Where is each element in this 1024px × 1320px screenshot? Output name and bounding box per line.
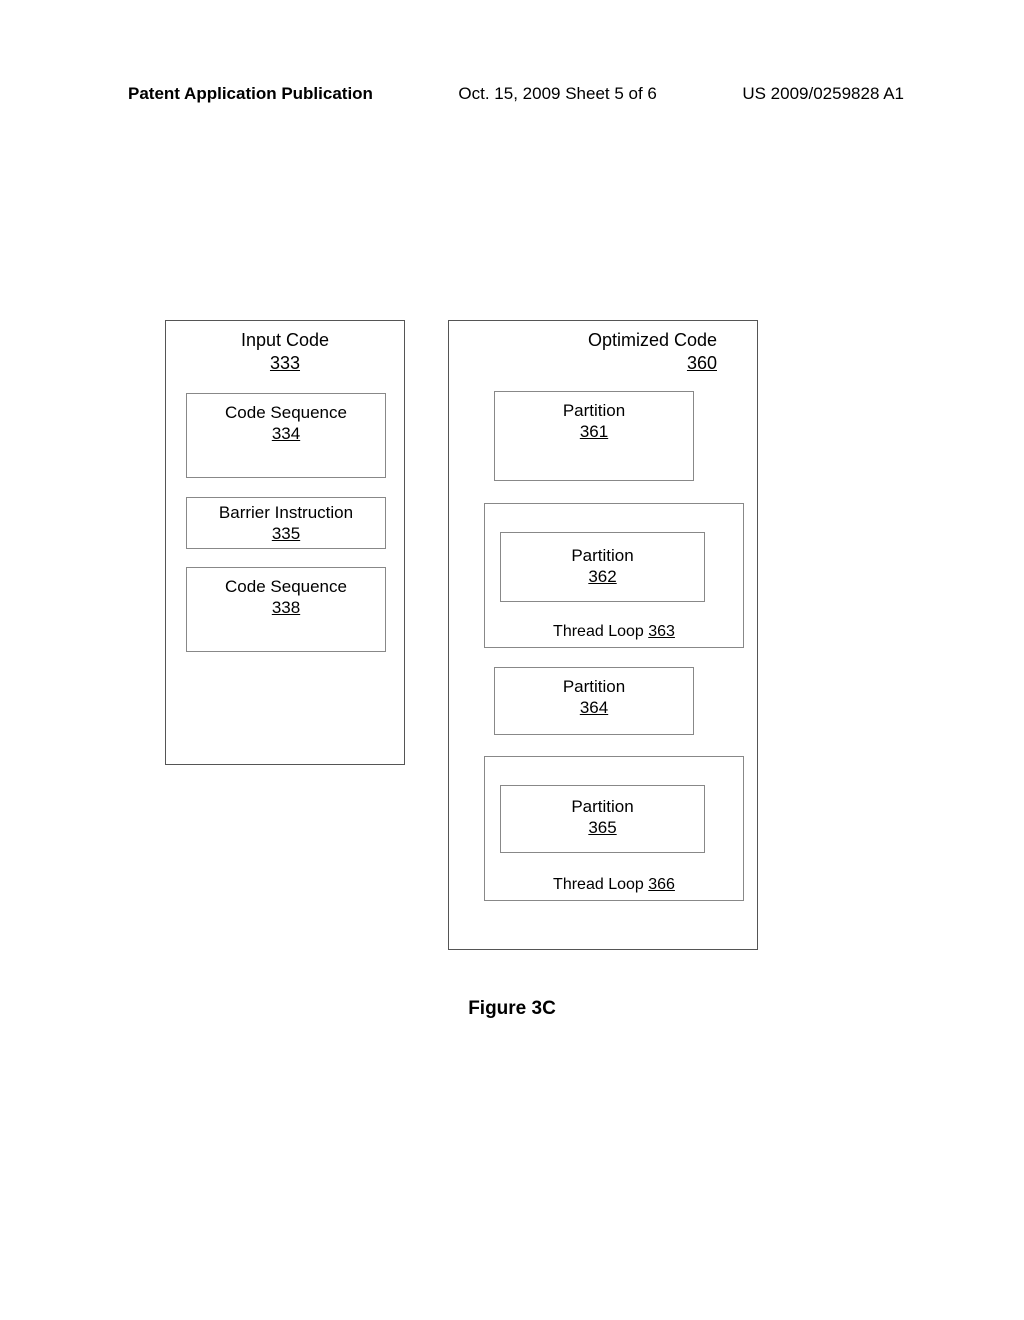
partition-361-ref: 361: [580, 422, 608, 441]
code-sequence-338-ref: 338: [272, 598, 300, 617]
optimized-code-box: Optimized Code 360 Partition 361 Partiti…: [448, 320, 758, 950]
thread-loop-363: Partition 362 Thread Loop 363: [484, 503, 744, 648]
thread-loop-363-label: Thread Loop 363: [485, 623, 743, 641]
code-sequence-338: Code Sequence 338: [186, 567, 386, 652]
input-code-box: Input Code 333 Code Sequence 334 Barrier…: [165, 320, 405, 765]
figure-caption: Figure 3C: [0, 998, 1024, 1020]
barrier-instruction-335: Barrier Instruction 335: [186, 497, 386, 549]
partition-365-ref: 365: [588, 818, 616, 837]
thread-loop-366-label: Thread Loop 366: [485, 876, 743, 894]
optimized-code-title-text: Optimized Code: [588, 330, 717, 350]
thread-loop-363-text: Thread Loop: [553, 623, 644, 640]
partition-364-ref: 364: [580, 698, 608, 717]
partition-362-ref: 362: [588, 567, 616, 586]
partition-362-label: Partition: [571, 546, 633, 565]
thread-loop-366: Partition 365 Thread Loop 366: [484, 756, 744, 901]
optimized-code-ref: 360: [687, 353, 717, 373]
partition-361: Partition 361: [494, 391, 694, 481]
thread-loop-363-ref: 363: [648, 623, 675, 640]
barrier-instruction-ref: 335: [272, 524, 300, 543]
barrier-instruction-label: Barrier Instruction: [219, 503, 353, 522]
partition-364-label: Partition: [563, 677, 625, 696]
header-right: US 2009/0259828 A1: [742, 84, 904, 104]
page-header: Patent Application Publication Oct. 15, …: [0, 84, 1024, 104]
partition-365-label: Partition: [571, 797, 633, 816]
code-sequence-334: Code Sequence 334: [186, 393, 386, 478]
input-code-ref: 333: [270, 353, 300, 373]
partition-364: Partition 364: [494, 667, 694, 735]
code-sequence-334-ref: 334: [272, 424, 300, 443]
partition-361-label: Partition: [563, 401, 625, 420]
code-sequence-338-label: Code Sequence: [225, 577, 347, 596]
header-center: Oct. 15, 2009 Sheet 5 of 6: [458, 84, 656, 104]
header-left: Patent Application Publication: [128, 84, 373, 104]
partition-362: Partition 362: [500, 532, 705, 602]
thread-loop-366-text: Thread Loop: [553, 876, 644, 893]
thread-loop-366-ref: 366: [648, 876, 675, 893]
code-sequence-334-label: Code Sequence: [225, 403, 347, 422]
input-code-title-text: Input Code: [241, 330, 329, 350]
diagram-area: Input Code 333 Code Sequence 334 Barrier…: [0, 320, 1024, 960]
input-code-title: Input Code 333: [166, 321, 404, 384]
partition-365: Partition 365: [500, 785, 705, 853]
optimized-code-title: Optimized Code 360: [449, 321, 757, 382]
